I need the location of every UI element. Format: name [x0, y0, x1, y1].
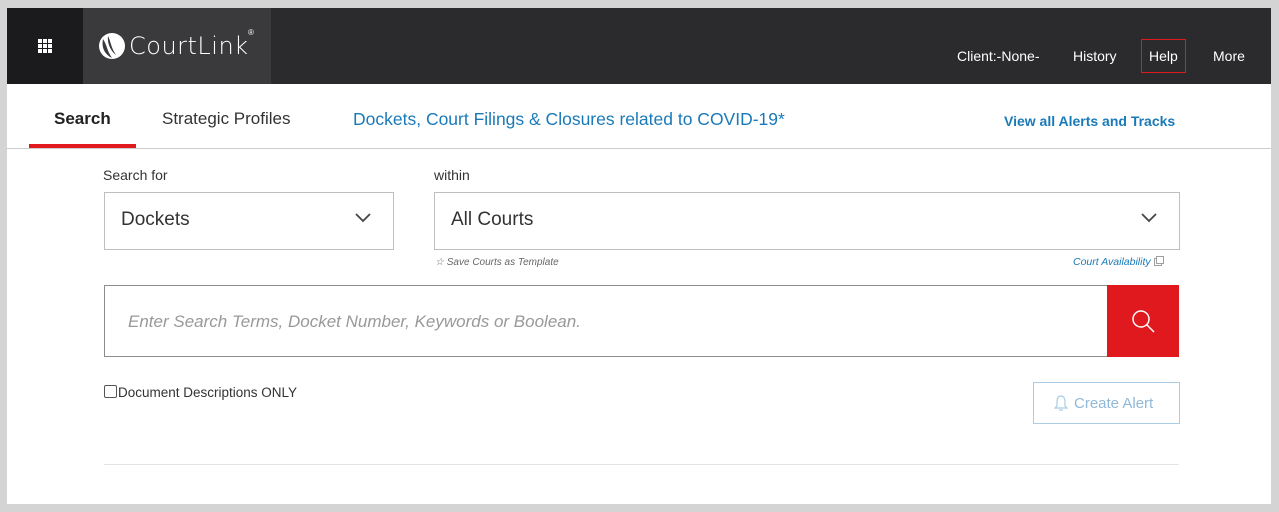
search-icon	[1132, 310, 1155, 333]
document-descriptions-only-option[interactable]: Document Descriptions ONLY	[104, 385, 297, 400]
section-divider	[104, 464, 1179, 465]
tab-search[interactable]: Search	[54, 109, 111, 129]
courtlink-logo[interactable]: CourtLink ®	[83, 8, 271, 84]
chevron-down-icon	[355, 213, 371, 223]
court-select[interactable]: All Courts	[434, 192, 1180, 250]
more-menu[interactable]: More	[1213, 48, 1245, 64]
court-availability-label: Court Availability	[1073, 256, 1151, 268]
tab-bar: Search Strategic Profiles Dockets, Court…	[7, 84, 1271, 149]
tab-strategic-profiles[interactable]: Strategic Profiles	[162, 109, 291, 129]
search-type-select[interactable]: Dockets	[104, 192, 394, 250]
bell-icon	[1054, 395, 1068, 411]
document-descriptions-label: Document Descriptions ONLY	[118, 385, 298, 400]
search-type-value: Dockets	[121, 209, 190, 230]
search-input[interactable]: Enter Search Terms, Docket Number, Keywo…	[104, 285, 1107, 357]
app-grid-button[interactable]	[7, 8, 83, 84]
within-label: within	[434, 167, 470, 183]
tab-covid[interactable]: Dockets, Court Filings & Closures relate…	[353, 109, 785, 130]
save-courts-template-link[interactable]: ☆ Save Courts as Template	[435, 257, 559, 268]
search-for-label: Search for	[103, 167, 168, 183]
document-descriptions-checkbox[interactable]	[104, 385, 117, 398]
court-value: All Courts	[451, 209, 534, 230]
active-tab-indicator	[29, 144, 136, 148]
grid-icon	[38, 39, 52, 53]
search-placeholder: Enter Search Terms, Docket Number, Keywo…	[128, 312, 581, 331]
help-link[interactable]: Help	[1141, 39, 1186, 73]
chevron-down-icon	[1141, 213, 1157, 223]
create-alert-label: Create Alert	[1074, 395, 1154, 412]
external-link-icon	[1153, 256, 1164, 266]
search-button[interactable]	[1107, 285, 1179, 357]
registered-mark: ®	[248, 28, 254, 37]
top-bar: CourtLink ® Client:-None- History Help M…	[7, 8, 1271, 84]
courtlink-window: CourtLink ® Client:-None- History Help M…	[7, 8, 1271, 504]
courtlink-logo-icon	[99, 33, 125, 59]
client-selector[interactable]: Client:-None-	[957, 48, 1039, 64]
history-link[interactable]: History	[1073, 48, 1117, 64]
view-alerts-link[interactable]: View all Alerts and Tracks	[1004, 113, 1175, 129]
app-name: CourtLink	[129, 32, 249, 60]
create-alert-button[interactable]: Create Alert	[1033, 382, 1180, 424]
court-availability-link[interactable]: Court Availability	[1073, 256, 1164, 268]
